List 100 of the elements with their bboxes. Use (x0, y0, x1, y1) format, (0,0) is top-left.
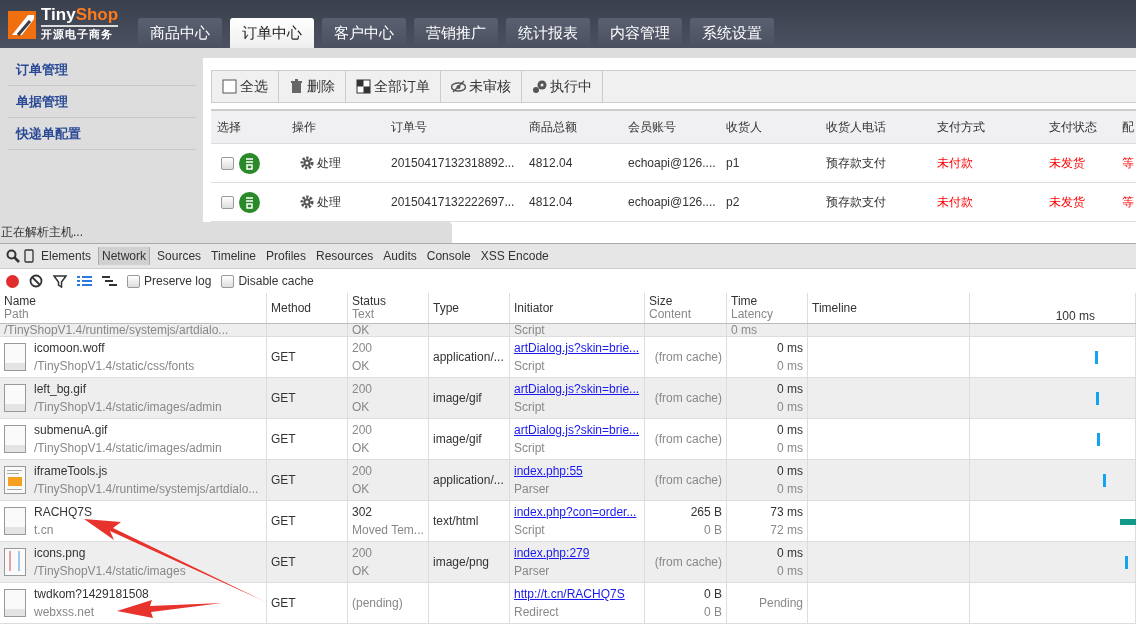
squares-icon (356, 79, 371, 94)
logo-text: TinyShop (41, 6, 119, 27)
initiator-link[interactable]: index.php:279 (514, 544, 640, 562)
option-checkbox[interactable] (221, 274, 235, 288)
status-code: 200 (352, 422, 374, 439)
sidebar-item[interactable]: 快递单配置 (8, 118, 196, 150)
table-cell-text: 预存款支付 (825, 154, 887, 172)
filter-icon (53, 274, 67, 288)
eye-slash-icon (451, 79, 466, 94)
file-path: webxss.net (34, 604, 96, 621)
nav-tab[interactable]: 统计报表 (506, 18, 590, 48)
status-text: Moved Tem... (352, 522, 424, 539)
timeline-bar (1103, 474, 1106, 487)
column-subheader: Latency (731, 308, 775, 321)
file-name[interactable]: submenuA.gif (34, 421, 222, 439)
row-checkbox[interactable] (221, 195, 234, 209)
file-name[interactable]: RACHQ7S (34, 503, 92, 521)
initiator-type: Parser (514, 563, 551, 580)
nav-tab[interactable]: 系统设置 (690, 18, 774, 48)
file-path: /TinyShopV1.4/runtime/systemjs/artdialo... (4, 324, 229, 336)
file-name[interactable]: iframeTools.js (34, 462, 259, 480)
devtools-tab[interactable]: Sources (154, 247, 205, 265)
devtools-tab[interactable]: Profiles (263, 247, 309, 265)
process-link[interactable]: 处理 (317, 154, 341, 172)
nav-tab[interactable]: 营销推广 (414, 18, 498, 48)
table-cell-text: 20150417132318892... (390, 156, 516, 170)
status-text: OK (352, 324, 370, 336)
latency-text: 0 ms (777, 563, 803, 580)
initiator-link[interactable]: index.php?con=order... (514, 503, 640, 521)
initiator-type: Parser (514, 481, 551, 498)
process-link[interactable]: 处理 (317, 193, 341, 211)
record-button[interactable] (6, 274, 19, 288)
list-view-icon (77, 275, 92, 287)
time-text: 0 ms (777, 422, 803, 439)
nav-tab[interactable]: 订单中心 (230, 18, 314, 48)
devtools-tab[interactable]: XSS Encode (477, 247, 552, 265)
file-icon (4, 343, 26, 371)
checkbox-icon (222, 79, 237, 94)
column-header: Method (271, 301, 313, 315)
option-label[interactable]: Preserve log (144, 274, 212, 288)
devtools-tab[interactable]: Audits (380, 247, 420, 265)
option-checkbox[interactable] (127, 274, 140, 288)
nav-tab[interactable]: 内容管理 (598, 18, 682, 48)
search-icon (6, 249, 20, 263)
column-header: Name (4, 295, 37, 308)
image-file-icon (4, 548, 26, 576)
initiator-type: Script (514, 358, 546, 375)
column-header: Size (649, 295, 674, 308)
nav-tab[interactable]: 客户中心 (322, 18, 406, 48)
method-text: GET (271, 513, 297, 530)
file-name[interactable]: left_bg.gif (34, 380, 222, 398)
nav-tab[interactable]: 商品中心 (138, 18, 222, 48)
sidebar-item[interactable]: 订单管理 (8, 54, 196, 86)
table-cell-text: 20150417132222697... (390, 195, 516, 209)
column-subheader: Text (352, 308, 375, 321)
size-text: (from cache) (654, 554, 722, 571)
content-size: 0 B (704, 522, 722, 539)
column-header: Time (731, 295, 759, 308)
column-header: 支付方式 (936, 118, 986, 136)
time-text: 0 ms (777, 340, 803, 357)
gear-icon (300, 156, 314, 170)
file-name[interactable]: twdkom?1429181508 (34, 585, 149, 603)
devtools-tab[interactable]: Network (98, 247, 151, 265)
option-label[interactable]: Disable cache (238, 274, 314, 288)
file-icon (4, 425, 26, 453)
devtools-tab[interactable]: Console (423, 247, 474, 265)
method-text: GET (271, 349, 297, 366)
size-text: (from cache) (654, 349, 722, 366)
initiator-link[interactable]: artDialog.js?skin=brie... (514, 421, 640, 439)
file-path: t.cn (34, 522, 55, 539)
time-text: 0 ms (777, 463, 803, 480)
latency-text: 0 ms (777, 481, 803, 498)
file-icon (4, 507, 26, 535)
latency-text: 0 ms (777, 358, 803, 375)
trash-icon (289, 79, 304, 94)
devtools-tab[interactable]: Resources (313, 247, 377, 265)
devtools-tab[interactable]: Elements (38, 247, 95, 265)
initiator-link[interactable]: http://t.cn/RACHQ7S (514, 585, 640, 603)
file-name[interactable]: icons.png (34, 544, 186, 562)
initiator-link[interactable]: artDialog.js?skin=brie... (514, 380, 640, 398)
content-size: 0 B (704, 604, 722, 621)
table-cell-text: echoapi@126.... (627, 195, 717, 209)
sidebar-item[interactable]: 单据管理 (8, 86, 196, 118)
initiator-type: Redirect (514, 604, 560, 621)
status-text: 正在解析主机... (0, 222, 452, 243)
type-text: application/... (433, 349, 505, 366)
column-subheader: Path (4, 308, 30, 321)
file-name[interactable]: icomoon.woff (34, 339, 195, 357)
status-code: 200 (352, 381, 374, 398)
gear-icon (300, 195, 314, 209)
table-cell-text: 预存款支付 (825, 193, 887, 211)
initiator-link[interactable]: index.php:55 (514, 462, 640, 480)
column-header: 收货人电话 (825, 118, 887, 136)
column-header: 操作 (291, 118, 317, 136)
status-code: (pending) (352, 595, 404, 612)
devtools-tab[interactable]: Timeline (208, 247, 259, 265)
initiator-link[interactable]: artDialog.js?skin=brie... (514, 339, 640, 357)
size-text: (from cache) (654, 431, 722, 448)
type-text: image/gif (433, 431, 483, 448)
row-checkbox[interactable] (221, 156, 234, 170)
